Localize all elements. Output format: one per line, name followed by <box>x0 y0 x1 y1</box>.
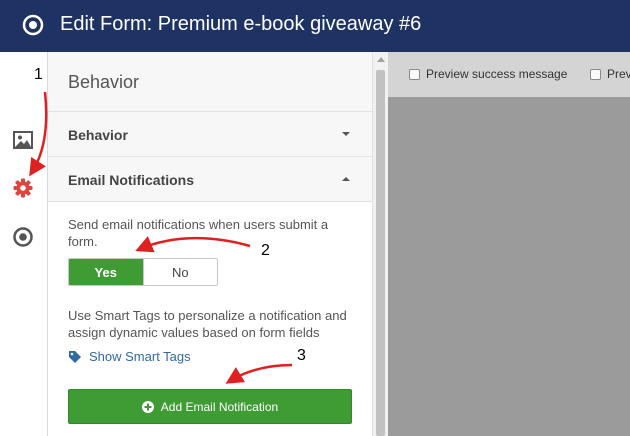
panel-header: Behavior <box>48 52 372 112</box>
show-smart-tags-link[interactable]: Show Smart Tags <box>68 349 191 364</box>
target-icon[interactable] <box>12 226 34 248</box>
email-notifications-section-header[interactable]: Email Notifications <box>48 157 372 202</box>
icon-sidebar <box>0 52 48 436</box>
preview-second-label: Previ <box>607 67 630 81</box>
email-notifications-description: Send email notifications when users subm… <box>68 217 329 249</box>
target-icon <box>22 14 44 36</box>
add-email-notification-label: Add Email Notification <box>160 399 279 414</box>
preview-second-checkbox[interactable] <box>590 68 601 80</box>
email-notifications-toggle[interactable]: Yes No <box>68 258 218 286</box>
page-title: Edit Form: Premium e-book giveaway #6 <box>60 13 422 35</box>
tag-icon <box>69 350 81 363</box>
caret-down-icon <box>342 132 350 136</box>
preview-success-message-checkbox[interactable] <box>409 68 420 80</box>
panel-title: Behavior <box>68 72 140 92</box>
toggle-no-option[interactable]: No <box>142 259 217 285</box>
behavior-section-header[interactable]: Behavior <box>48 112 372 157</box>
show-smart-tags-label: Show Smart Tags <box>89 349 191 364</box>
image-icon[interactable] <box>12 129 34 151</box>
email-notifications-section-label: Email Notifications <box>68 172 195 188</box>
form-preview-area: Preview success message Previ <box>388 52 630 436</box>
scroll-up-arrow-icon[interactable] <box>377 57 385 62</box>
toggle-yes-option[interactable]: Yes <box>69 259 143 285</box>
scrollbar-thumb[interactable] <box>376 70 385 436</box>
gear-icon[interactable] <box>12 177 34 199</box>
preview-success-message-label: Preview success message <box>426 67 568 81</box>
behavior-section-label: Behavior <box>68 127 128 143</box>
smart-tags-description: Use Smart Tags to personalize a notifica… <box>68 308 347 340</box>
add-email-notification-button[interactable]: Add Email Notification <box>68 389 352 424</box>
settings-panel: Behavior Behavior Email Notifications Se… <box>48 52 372 436</box>
preview-success-message-option[interactable]: Preview success message <box>409 67 567 81</box>
preview-options-bar: Preview success message Previ <box>388 52 630 97</box>
caret-up-icon <box>342 177 350 181</box>
top-header-bar: Edit Form: Premium e-book giveaway #6 <box>0 0 630 52</box>
preview-second-option[interactable]: Previ <box>590 67 630 81</box>
plus-circle-icon <box>141 400 154 413</box>
panel-scrollbar[interactable] <box>372 52 388 436</box>
